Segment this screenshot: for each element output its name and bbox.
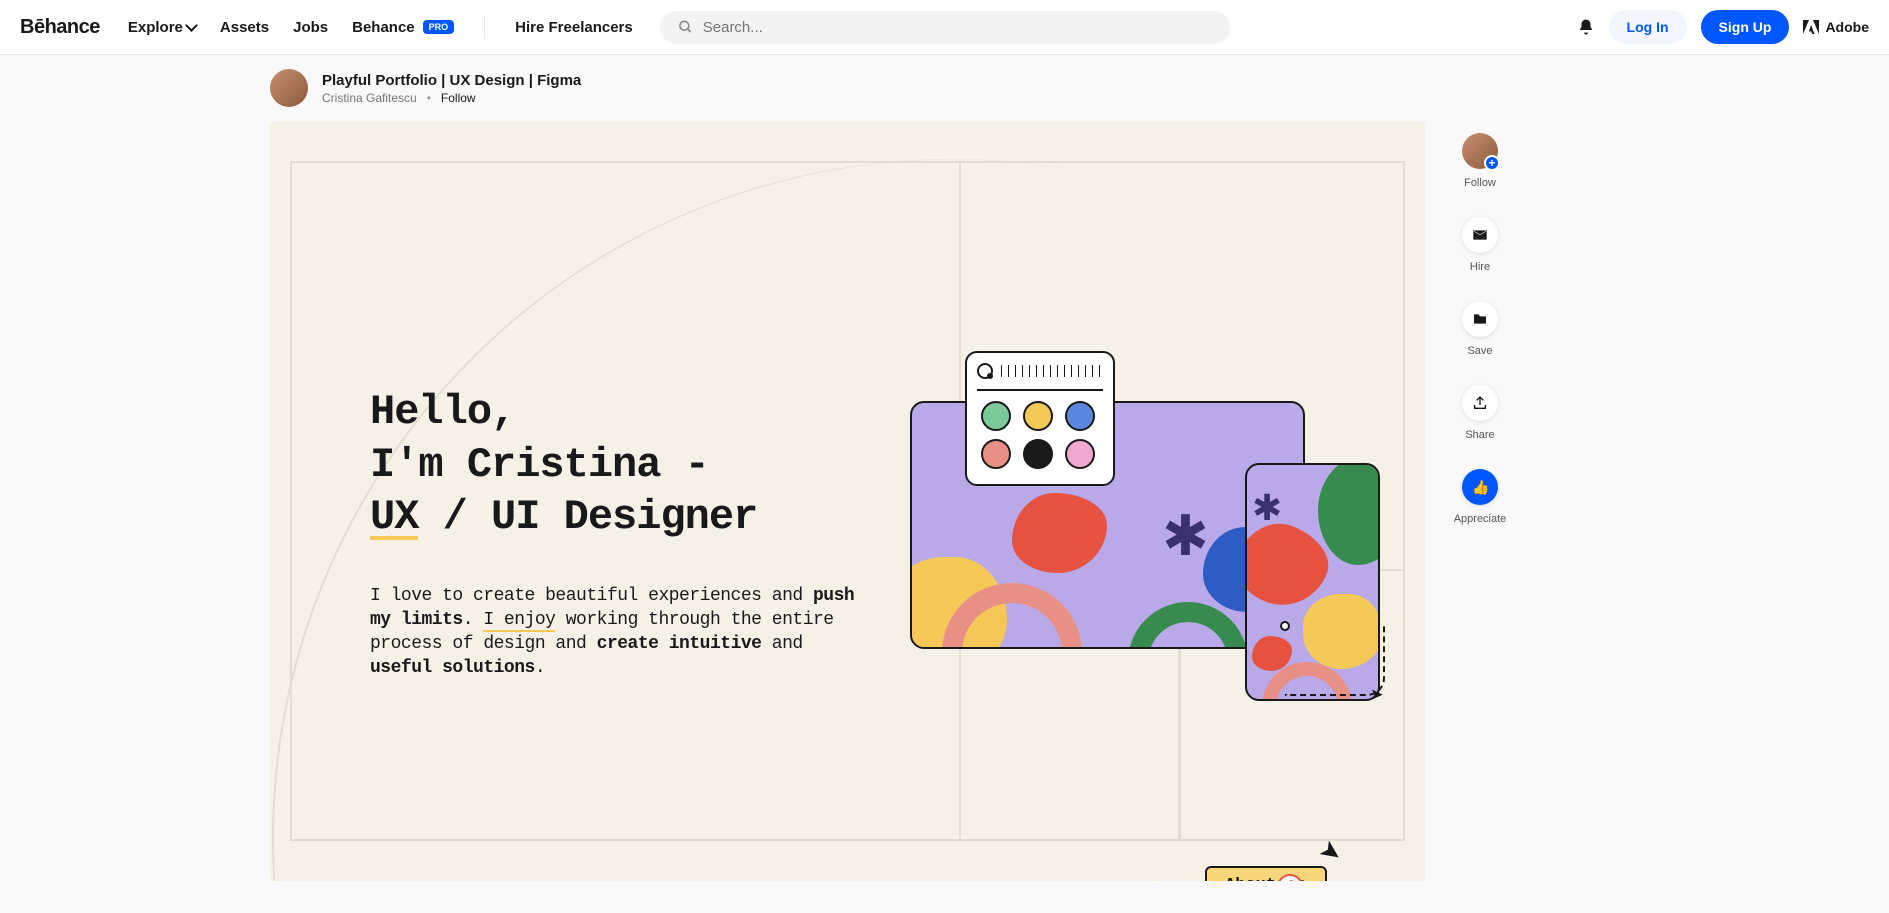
top-nav-header: Bēhance Explore Assets Jobs Behance PRO … xyxy=(0,0,1889,55)
share-icon xyxy=(1462,385,1498,421)
envelope-icon xyxy=(1462,217,1498,253)
swatch-yellow xyxy=(1023,401,1053,431)
nav-divider xyxy=(484,15,485,39)
hero-text: Hello, I'm Cristina - UX / UI Designer I… xyxy=(370,386,860,681)
search-icon xyxy=(977,363,993,379)
flow-arrow-icon: ➤ xyxy=(1371,686,1383,703)
chip-about-me[interactable]: About Me xyxy=(1205,866,1327,881)
project-info: Playful Portfolio | UX Design | Figma Cr… xyxy=(322,72,581,105)
hero-title: Hello, I'm Cristina - UX / UI Designer xyxy=(370,386,860,544)
search-icon xyxy=(678,19,693,35)
swatch-blue xyxy=(1065,401,1095,431)
sparkle-icon: ✱ xyxy=(1162,508,1209,564)
hero-line3: UX / UI Designer xyxy=(370,491,860,544)
ux-underlined: UX xyxy=(370,500,418,540)
sidebar-appreciate[interactable]: 👍 Appreciate xyxy=(1454,469,1507,525)
wavy-line-icon xyxy=(999,365,1103,377)
author-avatar[interactable] xyxy=(270,69,308,107)
flow-dashed-line xyxy=(1285,626,1385,696)
sidebar-follow[interactable]: + Follow xyxy=(1462,133,1498,189)
meta-separator: • xyxy=(427,91,431,105)
sidebar-follow-label: Follow xyxy=(1464,177,1496,189)
nav-explore-label: Explore xyxy=(128,19,183,36)
sidebar-appreciate-label: Appreciate xyxy=(1454,513,1507,525)
sidebar-share-label: Share xyxy=(1465,429,1494,441)
hero-body: I love to create beautiful experiences a… xyxy=(370,584,860,681)
hero-line1: Hello, xyxy=(370,386,860,439)
swatch-pink xyxy=(1065,439,1095,469)
project-meta: Cristina Gafitescu • Follow xyxy=(322,91,581,105)
nav-explore[interactable]: Explore xyxy=(128,19,196,36)
sidebar-save-label: Save xyxy=(1467,345,1492,357)
main-content: Hello, I'm Cristina - UX / UI Designer I… xyxy=(0,121,1889,881)
nav-jobs[interactable]: Jobs xyxy=(293,19,328,36)
adobe-label: Adobe xyxy=(1825,19,1869,35)
thumbs-up-icon: 👍 xyxy=(1462,469,1498,505)
author-name[interactable]: Cristina Gafitescu xyxy=(322,91,417,105)
login-button[interactable]: Log In xyxy=(1609,10,1687,44)
behance-logo[interactable]: Bēhance xyxy=(20,16,100,39)
adobe-logo-icon xyxy=(1803,20,1819,34)
nav-behance-label: Behance xyxy=(352,19,415,36)
signup-button[interactable]: Sign Up xyxy=(1701,10,1790,44)
primary-nav: Explore Assets Jobs Behance PRO Hire Fre… xyxy=(128,15,633,39)
sparkle-icon: ✱ xyxy=(1252,490,1282,526)
sidebar-save[interactable]: Save xyxy=(1462,301,1498,357)
chevron-down-icon xyxy=(185,19,198,32)
swatch-salmon xyxy=(981,439,1011,469)
project-canvas: Hello, I'm Cristina - UX / UI Designer I… xyxy=(270,121,1425,881)
sidebar-hire-label: Hire xyxy=(1470,261,1490,273)
project-header: Playful Portfolio | UX Design | Figma Cr… xyxy=(0,55,1889,121)
folder-icon xyxy=(1462,301,1498,337)
hero-illustration: ✱ ✱ xyxy=(910,351,1380,651)
cursor-icon: ➤ xyxy=(1151,869,1180,881)
nav-hire-freelancers[interactable]: Hire Freelancers xyxy=(515,19,633,36)
swatch-black xyxy=(1023,439,1053,469)
notifications-icon[interactable] xyxy=(1577,18,1595,36)
hero-line2: I'm Cristina - xyxy=(370,439,860,492)
sidebar-avatar: + xyxy=(1462,133,1498,169)
sidebar-hire[interactable]: Hire xyxy=(1462,217,1498,273)
sidebar-share[interactable]: Share xyxy=(1462,385,1498,441)
project-action-sidebar: + Follow Hire Save Share 👍 Appr xyxy=(1445,121,1515,881)
nav-behance-pro[interactable]: Behance PRO xyxy=(352,19,454,36)
color-swatches xyxy=(977,401,1103,469)
search-input[interactable] xyxy=(703,19,1212,36)
header-right: Log In Sign Up Adobe xyxy=(1577,10,1869,44)
color-palette-card xyxy=(965,351,1115,486)
nav-assets[interactable]: Assets xyxy=(220,19,269,36)
adobe-link[interactable]: Adobe xyxy=(1803,19,1869,35)
search-bar[interactable] xyxy=(660,11,1230,44)
project-title: Playful Portfolio | UX Design | Figma xyxy=(322,72,581,89)
pro-badge: PRO xyxy=(423,20,455,34)
follow-link[interactable]: Follow xyxy=(441,91,476,105)
plus-icon: + xyxy=(1484,155,1500,171)
cursor-icon: ➤ xyxy=(1313,833,1349,871)
swatch-green xyxy=(981,401,1011,431)
